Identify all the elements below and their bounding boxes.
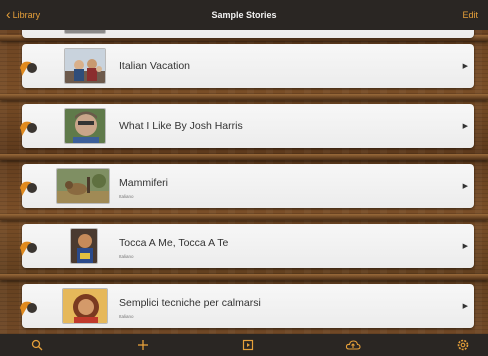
bottom-toolbar [0, 334, 488, 356]
chevron-left-icon: ‹ [6, 6, 11, 22]
story-thumbnail [64, 48, 106, 84]
bookmark-pin-icon [20, 61, 37, 76]
chevron-right-icon: ▶ [462, 303, 468, 310]
shelf-divider [0, 274, 488, 280]
shelf-divider [0, 94, 488, 100]
story-thumbnail [70, 228, 98, 264]
story-thumbnail [56, 168, 110, 204]
story-row-italian-vacation[interactable]: Italian Vacation ▶ [20, 44, 474, 88]
story-row-semplici-tecniche[interactable]: Semplici tecniche per calmarsi Italiano … [20, 284, 474, 328]
navigation-bar: ‹ Library Sample Stories Edit [0, 0, 488, 30]
story-thumbnail [62, 288, 108, 324]
chevron-right-icon: ▶ [462, 123, 468, 130]
story-title: What I Like By Josh Harris [119, 120, 243, 132]
story-title: Tocca A Me, Tocca A Te [119, 237, 229, 249]
story-thumbnail [64, 30, 106, 34]
cloud-upload-icon[interactable] [343, 334, 363, 356]
shelf-divider [0, 214, 488, 220]
story-language: Italiano [119, 194, 134, 199]
story-thumbnail [64, 108, 106, 144]
shelf-divider [0, 154, 488, 160]
story-shelf: Italian Vacation ▶ What I Like By Josh H… [0, 30, 488, 334]
edit-button[interactable]: Edit [462, 0, 478, 30]
chevron-right-icon: ▶ [462, 243, 468, 250]
story-row-mammiferi[interactable]: Mammiferi Italiano ▶ [20, 164, 474, 208]
back-button[interactable]: ‹ Library [6, 0, 40, 30]
back-button-label: Library [12, 10, 41, 20]
bookmark-pin-icon [20, 121, 37, 136]
import-icon[interactable] [238, 334, 258, 356]
bookmark-pin-icon [20, 181, 37, 196]
story-language: Italiano [119, 314, 134, 319]
chevron-right-icon: ▶ [462, 63, 468, 70]
story-language: Italiano [119, 254, 134, 259]
search-icon[interactable] [27, 334, 47, 356]
story-title: Italian Vacation [119, 60, 191, 72]
settings-icon[interactable] [453, 334, 473, 356]
page-title: Sample Stories [211, 10, 277, 20]
chevron-right-icon: ▶ [462, 183, 468, 190]
add-icon[interactable] [133, 334, 153, 356]
story-title: Mammiferi [119, 177, 168, 189]
story-row-tocca-a-me[interactable]: Tocca A Me, Tocca A Te Italiano ▶ [20, 224, 474, 268]
bookmark-pin-icon [20, 241, 37, 256]
story-row-partial[interactable] [22, 30, 474, 38]
story-row-what-i-like[interactable]: What I Like By Josh Harris ▶ [20, 104, 474, 148]
story-title: Semplici tecniche per calmarsi [119, 297, 261, 309]
bookmark-pin-icon [20, 301, 37, 316]
